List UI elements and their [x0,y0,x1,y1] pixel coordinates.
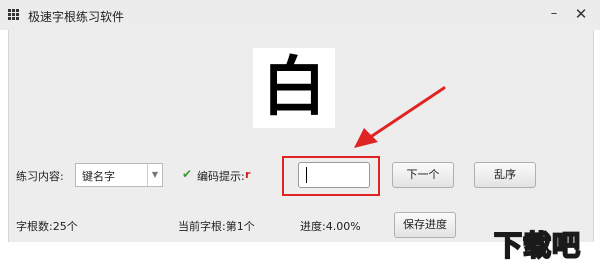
watermark-logo: 下载吧 [493,228,582,263]
title-bar: 极速字根练习软件 – ✕ [0,0,600,30]
practice-content-value: 键名字 [82,170,115,183]
code-hint-value: r [245,168,251,181]
practice-content-label: 练习内容: [16,170,64,183]
character-display: 白 [253,48,335,128]
next-button[interactable]: 下一个 [392,162,454,188]
text-caret [306,167,307,183]
chevron-down-icon[interactable]: ▼ [147,164,162,186]
current-root: 当前字根:第1个 [178,220,255,233]
minimize-button[interactable]: – [545,5,563,23]
save-progress-button[interactable]: 保存进度 [394,212,456,238]
answer-input[interactable] [298,162,370,188]
root-count: 字根数:25个 [16,220,78,233]
window-title: 极速字根练习软件 [28,10,125,24]
close-button[interactable]: ✕ [572,5,590,23]
app-grid-icon [8,9,20,21]
shuffle-button[interactable]: 乱序 [474,162,536,188]
practice-character: 白 [262,50,326,125]
code-hint-label: 编码提示: [197,170,245,183]
progress-text: 进度:4.00% [300,220,361,233]
practice-content-select[interactable]: 键名字 ▼ [75,163,163,187]
checkmark-icon[interactable]: ✔ [182,168,194,180]
